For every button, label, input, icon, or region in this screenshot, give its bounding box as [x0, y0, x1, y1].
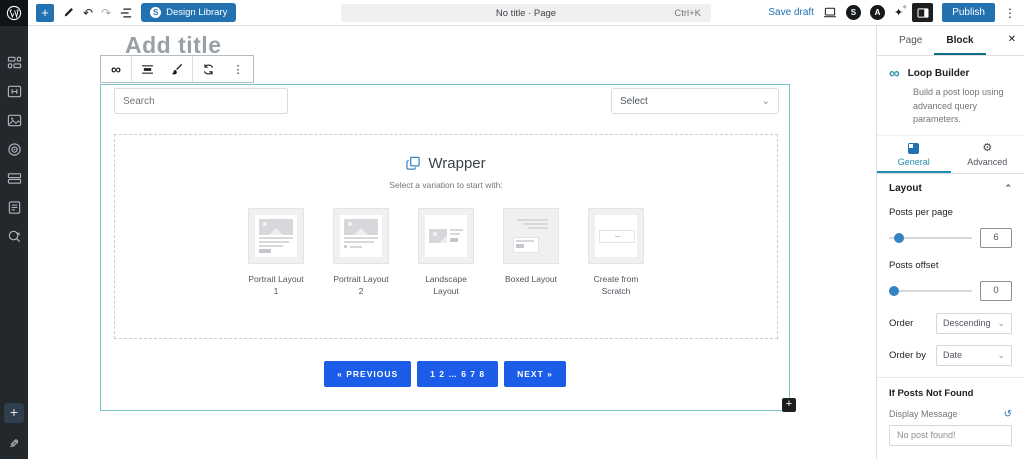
wordpress-logo[interactable] — [0, 0, 28, 26]
wrapper-copy-icon — [406, 156, 421, 170]
if-posts-not-found-title: If Posts Not Found — [889, 387, 974, 399]
variation-thumbnail — [588, 208, 644, 264]
block-card: ∞ Loop Builder Build a post loop using a… — [877, 56, 1024, 136]
variation-landscape[interactable]: Landscape Layout — [415, 208, 477, 298]
page-numbers-button[interactable]: 1 2 … 6 7 8 — [417, 361, 499, 387]
design-library-icon: S — [150, 7, 162, 18]
variation-list: Portrait Layout 1 Portrait Layout 2 Land… — [245, 208, 647, 298]
layouts-icon[interactable] — [6, 54, 22, 70]
slider-thumb[interactable] — [893, 232, 904, 243]
undo-icon[interactable]: ↶ — [83, 6, 93, 20]
chevron-down-icon: ⌄ — [997, 317, 1005, 328]
variation-boxed[interactable]: Boxed Layout — [500, 208, 562, 298]
variation-portrait-1[interactable]: Portrait Layout 1 — [245, 208, 307, 298]
variation-scratch[interactable]: Create from Scratch — [585, 208, 647, 298]
order-label: Order — [889, 317, 914, 329]
plugin-a-icon[interactable]: A — [869, 5, 885, 20]
list-view-icon[interactable] — [119, 7, 133, 19]
tools-pencil-icon[interactable] — [62, 6, 75, 19]
tab-advanced[interactable]: ⚙ Advanced — [951, 136, 1024, 173]
save-draft-button[interactable]: Save draft — [768, 7, 814, 18]
settings-sidebar: Page Block ✕ ∞ Loop Builder Build a post… — [876, 26, 1024, 459]
loop-builder-icon: ∞ — [889, 65, 900, 82]
target-icon[interactable] — [6, 141, 22, 157]
posts-offset-label: Posts offset — [889, 259, 939, 271]
options-kebab-icon[interactable]: ⋮ — [1004, 6, 1016, 20]
select-value: Select — [620, 95, 648, 107]
notes-icon[interactable] — [6, 199, 22, 215]
preview-icon[interactable] — [823, 7, 837, 18]
rail-edit-icon[interactable]: ✎ — [9, 437, 19, 451]
plugin-s-icon[interactable]: S — [845, 5, 861, 20]
posts-offset-input[interactable] — [980, 280, 1012, 301]
general-tab-icon — [908, 142, 920, 154]
tab-page[interactable]: Page — [887, 26, 934, 55]
editor-top-bar: + ↶ ↷ S Design Library No title · Page C… — [28, 0, 1024, 26]
posts-per-page-label: Posts per page — [889, 206, 953, 218]
search-settings-icon[interactable] — [6, 228, 22, 244]
variation-portrait-2[interactable]: Portrait Layout 2 — [330, 208, 392, 298]
tab-block[interactable]: Block — [934, 26, 985, 55]
document-command-bar[interactable]: No title · Page Ctrl+K — [341, 4, 711, 22]
rows-icon[interactable] — [6, 170, 22, 186]
loop-builder-block-icon[interactable]: ∞ — [101, 56, 131, 82]
loop-search-input[interactable] — [114, 88, 288, 114]
image-icon[interactable] — [6, 112, 22, 128]
next-button[interactable]: NEXT » — [504, 361, 566, 387]
close-sidebar-icon[interactable]: ✕ — [1008, 34, 1016, 45]
publish-button[interactable]: Publish — [942, 3, 995, 22]
wrapper-placeholder: Wrapper Select a variation to start with… — [114, 134, 778, 339]
chevron-down-icon: ⌄ — [997, 349, 1005, 360]
block-card-description: Build a post loop using advanced query p… — [913, 87, 1004, 124]
posts-offset-slider[interactable] — [889, 285, 972, 296]
gear-icon: ⚙ — [982, 141, 993, 154]
layout-panel-toggle[interactable]: Layout ⌃ — [889, 174, 1012, 203]
block-card-title: Loop Builder — [907, 68, 970, 79]
append-block-button[interactable]: + — [782, 398, 796, 412]
display-message-input[interactable] — [889, 424, 1012, 446]
pagination: « PREVIOUS 1 2 … 6 7 8 NEXT » — [101, 361, 789, 387]
previous-button[interactable]: « PREVIOUS — [324, 361, 412, 387]
variation-thumbnail — [333, 208, 389, 264]
rail-add-button[interactable]: + — [4, 403, 24, 423]
editor-canvas: Add title ∞ ⋮ Select ⌄ Wrapper Select — [28, 26, 876, 459]
display-message-label: Display Message — [889, 409, 958, 419]
slider-thumb[interactable] — [889, 285, 899, 296]
variation-thumbnail — [418, 208, 474, 264]
posts-per-page-slider[interactable] — [889, 232, 972, 243]
variation-thumbnail — [503, 208, 559, 264]
block-inserter-button[interactable]: + — [36, 3, 54, 22]
align-icon[interactable] — [132, 56, 162, 82]
sync-icon[interactable] — [193, 56, 223, 82]
wordpress-icon — [6, 5, 22, 21]
heading-icon[interactable] — [6, 83, 22, 99]
order-select[interactable]: Descending ⌄ — [936, 312, 1012, 334]
document-title: No title · Page — [495, 7, 557, 19]
styles-brush-icon[interactable] — [162, 56, 192, 82]
reset-icon[interactable]: ↺ — [1004, 409, 1012, 420]
chevron-up-icon: ⌃ — [1004, 182, 1012, 193]
order-by-select[interactable]: Date ⌄ — [936, 344, 1012, 366]
command-shortcut: Ctrl+K — [674, 7, 701, 19]
wrapper-subtitle: Select a variation to start with: — [389, 180, 503, 190]
redo-icon[interactable]: ↷ — [101, 6, 111, 20]
variation-thumbnail — [248, 208, 304, 264]
posts-per-page-input[interactable] — [980, 227, 1012, 248]
design-library-button[interactable]: S Design Library — [141, 3, 237, 22]
settings-sidebar-toggle[interactable] — [912, 3, 934, 22]
chevron-down-icon: ⌄ — [761, 95, 770, 107]
loop-builder-block[interactable]: Select ⌄ Wrapper Select a variation to s… — [100, 84, 796, 412]
ai-sparkles-icon[interactable]: ✦ — [894, 4, 908, 19]
loop-filter-select[interactable]: Select ⌄ — [611, 88, 779, 114]
block-options-kebab-icon[interactable]: ⋮ — [223, 56, 253, 82]
order-by-label: Order by — [889, 349, 926, 361]
block-toolbar: ∞ ⋮ — [100, 55, 254, 83]
wrapper-title: Wrapper — [428, 155, 486, 172]
plugin-rail: + ✎ — [0, 0, 28, 459]
tab-general[interactable]: General — [877, 136, 951, 173]
